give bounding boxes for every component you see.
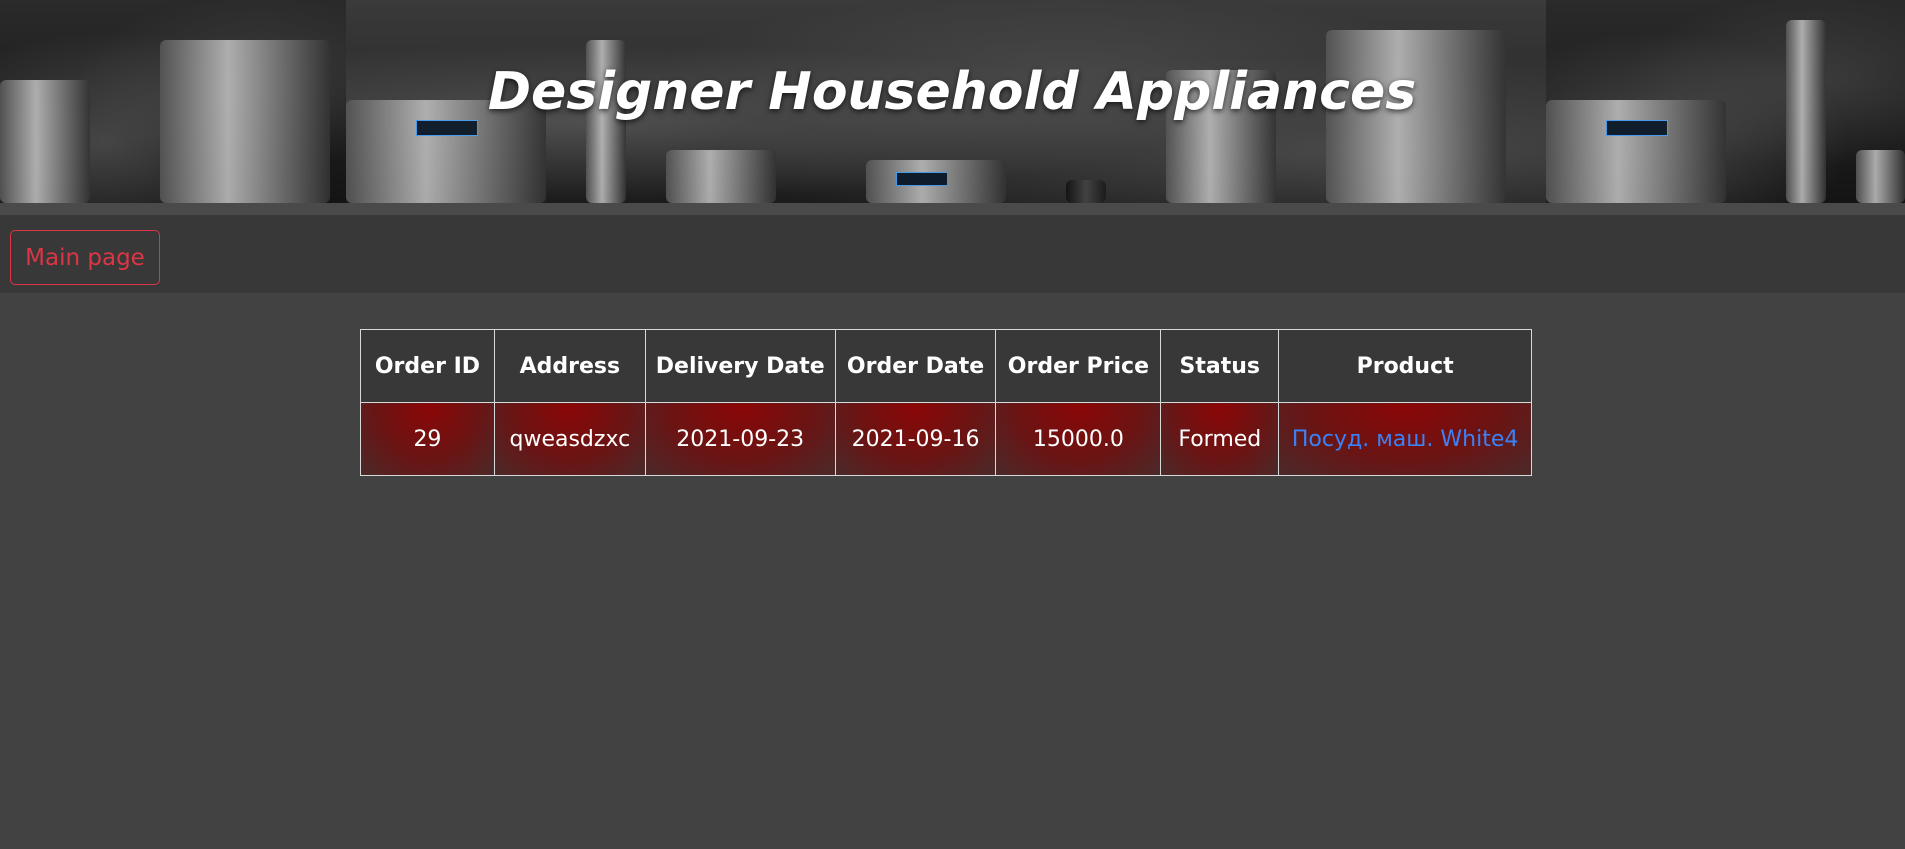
iron-icon	[1066, 180, 1106, 203]
column-header-address: Address	[493, 329, 646, 403]
navbar: Main page	[0, 215, 1905, 293]
column-header-order-id: Order ID	[360, 329, 495, 403]
column-header-delivery-date: Delivery Date	[644, 329, 836, 403]
column-header-order-date: Order Date	[834, 329, 997, 403]
table-row: 29 qweasdzxc 2021-09-23 2021-09-16 15000…	[360, 402, 1532, 476]
kettle-icon	[666, 150, 776, 203]
cell-order-id: 29	[360, 402, 495, 476]
coffee-machine-icon	[866, 160, 1006, 203]
main-page-button[interactable]: Main page	[10, 230, 160, 285]
cell-product: Посуд. маш. White4	[1278, 402, 1532, 476]
orders-table: Order ID Address Delivery Date Order Dat…	[360, 329, 1532, 476]
divider	[0, 203, 1905, 215]
column-header-product: Product	[1278, 329, 1532, 403]
cell-order-date: 2021-09-16	[834, 402, 997, 476]
site-title: Designer Household Appliances	[487, 62, 1417, 122]
column-header-status: Status	[1160, 329, 1280, 403]
cell-delivery-date: 2021-09-23	[644, 402, 836, 476]
cell-status: Formed	[1160, 402, 1280, 476]
kettle-right-icon	[1856, 150, 1905, 203]
table-header-row: Order ID Address Delivery Date Order Dat…	[360, 329, 1532, 403]
header-banner: Designer Household Appliances	[0, 0, 1905, 203]
product-link[interactable]: Посуд. маш. White4	[1292, 427, 1518, 452]
main-content: Order ID Address Delivery Date Order Dat…	[0, 293, 1905, 849]
cell-order-price: 15000.0	[995, 402, 1162, 476]
column-header-order-price: Order Price	[995, 329, 1162, 403]
cell-address: qweasdzxc	[493, 402, 646, 476]
